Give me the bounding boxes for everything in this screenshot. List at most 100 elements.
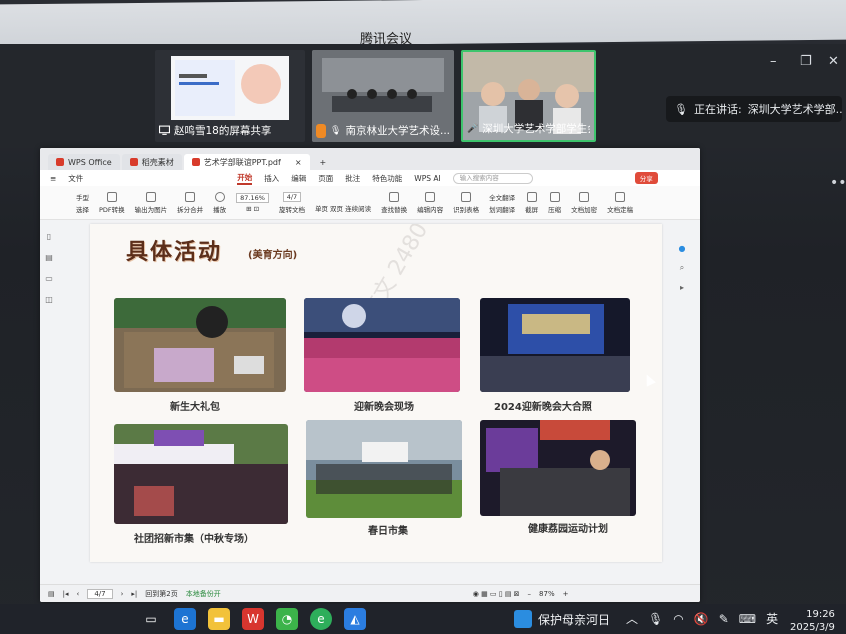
menu-file[interactable]: 文件	[68, 173, 83, 184]
ime-indicator[interactable]: 英	[766, 610, 778, 627]
pen-icon[interactable]: ✎	[719, 612, 729, 626]
first-page-button[interactable]: |◂	[63, 590, 69, 598]
pdf-convert-button[interactable]: PDF转换	[99, 191, 125, 214]
zoom-out-icon[interactable]: –	[528, 590, 532, 598]
encrypt-button[interactable]: 文档加密	[571, 191, 597, 214]
task-view-icon[interactable]: ▭	[140, 608, 162, 630]
status-zoom[interactable]: 87%	[539, 590, 555, 598]
taskbar: ▭ e ▬ W ◔ e ◭ 保护母亲河日 ︿ 🎙 ◠ 🔇 ✎ ⌨ 英 19:26…	[0, 604, 846, 634]
speaker-icon: 🎙	[674, 102, 688, 116]
caption-freshman-gift: 新生大礼包	[170, 402, 220, 413]
more-icon[interactable]: •••	[830, 175, 846, 191]
layers-icon[interactable]: ◫	[45, 295, 53, 304]
prev-page-button[interactable]: ‹	[77, 590, 80, 598]
browser-icon[interactable]: e	[310, 608, 332, 630]
participant-name: 赵鸣雪18的屏幕共享	[174, 125, 272, 137]
find-replace-button[interactable]: 查找替换	[381, 191, 407, 214]
participant-tile-nanjing[interactable]: 🎙 南京林业大学艺术设...	[312, 50, 454, 142]
sidebar-toggle-icon[interactable]: ▤	[48, 590, 55, 598]
single-page-button[interactable]: 单页	[315, 205, 328, 213]
menu-wps-ai[interactable]: WPS AI	[414, 174, 440, 183]
tencent-meeting-icon[interactable]: ◭	[344, 608, 366, 630]
finalize-button[interactable]: 文档定稿	[607, 191, 633, 214]
minimize-button[interactable]: –	[770, 54, 777, 69]
back-to-page-link[interactable]: 回到第2页	[145, 589, 177, 599]
expand-icon[interactable]: ▸	[680, 283, 684, 292]
news-widget[interactable]: 保护母亲河日	[514, 610, 610, 628]
share-button[interactable]: 分享	[634, 172, 658, 184]
bookmark-icon[interactable]: ▯	[47, 232, 51, 241]
play-button[interactable]: 播放	[213, 191, 226, 214]
caption-welcome-party: 迎新晚会现场	[354, 402, 414, 413]
recognize-table-button[interactable]: 识别表格	[453, 191, 479, 214]
last-page-button[interactable]: ▸|	[131, 590, 137, 598]
status-page-input[interactable]: 4/7	[87, 588, 113, 599]
docer-icon	[129, 158, 138, 166]
participant-tile-sharer[interactable]: 赵鸣雪18的屏幕共享	[155, 50, 305, 142]
close-tab-icon[interactable]: ×	[295, 158, 302, 167]
compress-button[interactable]: 压缩	[548, 191, 561, 214]
hand-tool[interactable]: 手型 选择	[76, 192, 89, 214]
scissors-icon	[526, 191, 537, 202]
view-mode[interactable]: 单页 双页 连续阅读	[315, 193, 371, 213]
file-explorer-icon[interactable]: ▬	[208, 608, 230, 630]
menu-icon[interactable]: ≡	[50, 174, 56, 183]
participant-tile-shenzhen[interactable]: 🎤 深圳大学艺术学部学生会...	[461, 50, 596, 142]
translate-button[interactable]: 全文翻译 划词翻译	[489, 192, 515, 214]
edit-icon	[425, 191, 436, 202]
screenshot-button[interactable]: 截屏	[525, 191, 538, 214]
zoom-in-icon[interactable]: +	[563, 590, 569, 598]
tab-pdf-document[interactable]: 艺术学部联谊PPT.pdf ×	[183, 154, 310, 170]
wechat-icon[interactable]: ◔	[276, 608, 298, 630]
taskbar-apps: ▭ e ▬ W ◔ e ◭	[140, 604, 366, 634]
clock-time: 19:26	[806, 609, 835, 620]
next-page-button[interactable]: ›	[121, 590, 124, 598]
tab-wps-office[interactable]: WPS Office	[48, 154, 120, 170]
menu-features[interactable]: 特色功能	[372, 173, 402, 184]
search-side-icon[interactable]: ⌕	[680, 263, 684, 273]
new-tab-button[interactable]: +	[312, 154, 335, 170]
participant-label: 🎙 南京林业大学艺术设...	[316, 123, 450, 138]
restore-button[interactable]: ❐	[800, 54, 812, 69]
export-image-button[interactable]: 输出为图片	[135, 191, 167, 214]
split-icon	[185, 191, 196, 202]
comment-icon[interactable]: ▭	[45, 274, 53, 283]
menu-home[interactable]: 开始	[237, 172, 253, 185]
edge-icon[interactable]: e	[174, 608, 196, 630]
pdf-icon	[191, 158, 200, 166]
search-input[interactable]: 输入搜索内容	[452, 172, 533, 184]
microphone-icon[interactable]: 🎙	[648, 612, 663, 626]
mic-muted-icon: 🎙	[330, 125, 342, 136]
clock[interactable]: 19:26 2025/3/9	[790, 608, 835, 634]
view-icons[interactable]: ◉ ▦ ▭ ▯ ▤ ⊠	[473, 590, 520, 598]
chevron-up-icon[interactable]: ︿	[626, 610, 638, 627]
participant-label: 赵鸣雪18的屏幕共享	[159, 123, 301, 138]
wps-icon[interactable]: W	[242, 608, 264, 630]
edit-content-button[interactable]: 编辑内容	[417, 191, 443, 214]
volume-muted-icon[interactable]: 🔇	[694, 612, 709, 626]
photo-freshman-gift	[114, 298, 286, 392]
menu-page[interactable]: 页面	[318, 173, 333, 184]
menu-edit[interactable]: 编辑	[291, 173, 306, 184]
photo-health-run	[480, 420, 636, 516]
menu-comment[interactable]: 批注	[345, 173, 360, 184]
zoom-control[interactable]: 87.16% ⊞ ⊡	[236, 192, 269, 213]
menu-insert[interactable]: 插入	[264, 173, 279, 184]
wifi-icon[interactable]: ◠	[673, 612, 683, 626]
split-merge-button[interactable]: 拆分合并	[177, 191, 203, 214]
continuous-button[interactable]: 连续阅读	[345, 205, 371, 213]
assistant-icon[interactable]: ●	[679, 244, 686, 253]
keyboard-icon[interactable]: ⌨	[739, 612, 756, 626]
thumbnail-icon[interactable]: ▤	[45, 253, 53, 262]
tab-docer[interactable]: 稻壳素材	[121, 154, 182, 170]
caption-group-2024: 2024迎新晚会大合照	[494, 402, 592, 413]
double-page-button[interactable]: 双页	[330, 205, 343, 213]
close-button[interactable]: ✕	[828, 54, 839, 69]
wps-toolbar: 手型 选择 PDF转换 输出为图片 拆分合并 播放 87.16% ⊞ ⊡ 4/7 旋转…	[40, 186, 700, 220]
select-tool: 选择	[76, 205, 89, 214]
backup-status[interactable]: 本地备份开	[186, 589, 221, 599]
photo-club-fair	[114, 424, 288, 524]
page-nav[interactable]: 4/7 旋转文档	[279, 191, 305, 214]
meeting-titlebar	[0, 0, 846, 49]
photo-welcome-party	[304, 298, 460, 392]
